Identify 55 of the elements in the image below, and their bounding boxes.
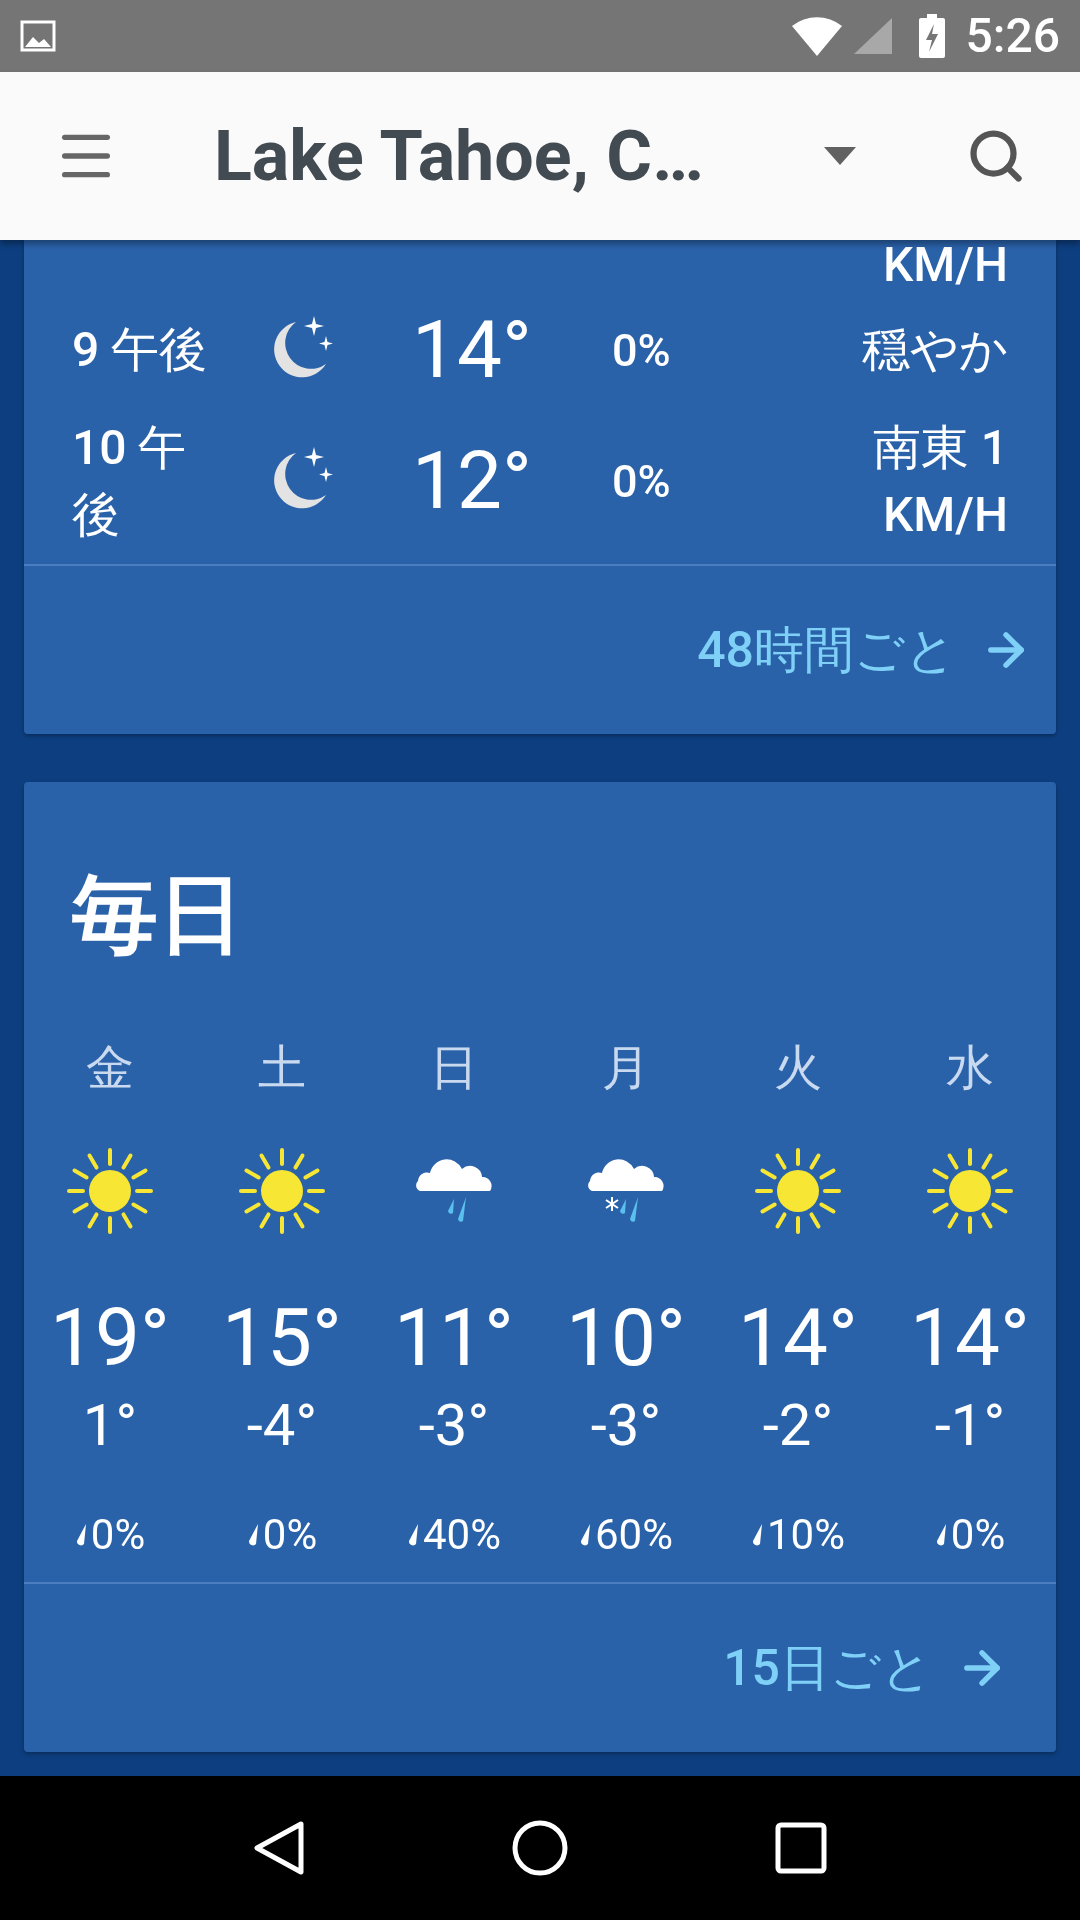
raindrop-icon bbox=[751, 1523, 763, 1548]
high-temperature: 14° bbox=[910, 1298, 1030, 1379]
daily-title: 毎日 bbox=[71, 872, 245, 959]
daily-precipitation: 0% bbox=[262, 1514, 318, 1557]
hour-precipitation: 0% bbox=[612, 458, 672, 504]
daily-more-link[interactable]: 15日ごと bbox=[723, 1642, 1008, 1695]
dropdown-arrow-icon[interactable] bbox=[824, 147, 856, 165]
sun-icon bbox=[754, 1147, 842, 1236]
high-temperature: 11° bbox=[394, 1298, 514, 1379]
high-temperature: 10° bbox=[566, 1298, 686, 1379]
daily-precipitation: 0% bbox=[90, 1514, 146, 1557]
raindrop-icon bbox=[934, 1523, 947, 1548]
hour-temperature: 12° bbox=[412, 441, 533, 522]
hour-temperature: 14° bbox=[412, 310, 533, 390]
wifi-icon bbox=[789, 16, 844, 56]
sun-icon bbox=[238, 1147, 326, 1236]
low-temperature: -2° bbox=[762, 1396, 834, 1455]
hour-wind: 穏やか bbox=[862, 320, 1008, 381]
daily-precipitation: 10% bbox=[767, 1514, 845, 1557]
high-temperature: 19° bbox=[50, 1298, 170, 1379]
sun-icon bbox=[926, 1147, 1014, 1236]
low-temperature: 1° bbox=[82, 1396, 138, 1455]
hour-time: 10 午後 bbox=[72, 418, 188, 546]
location-title[interactable]: Lake Tahoe, C… bbox=[214, 121, 704, 191]
low-temperature: -4° bbox=[246, 1396, 318, 1455]
daily-precipitation: 40% bbox=[423, 1514, 501, 1557]
home-icon[interactable] bbox=[511, 1819, 569, 1877]
high-temperature: 15° bbox=[222, 1298, 342, 1379]
low-temperature: -3° bbox=[418, 1396, 490, 1455]
low-temperature: -3° bbox=[590, 1396, 662, 1455]
daily-precipitation: 60% bbox=[595, 1514, 673, 1557]
recents-icon[interactable] bbox=[775, 1822, 827, 1874]
raindrop-icon bbox=[579, 1523, 591, 1548]
raindrop-icon bbox=[407, 1523, 419, 1548]
weekday-label: 金 bbox=[86, 1044, 134, 1093]
weekday-label: 水 bbox=[946, 1044, 994, 1093]
weekday-label: 土 bbox=[258, 1044, 306, 1093]
low-temperature: -1° bbox=[934, 1396, 1006, 1455]
weekday-label: 月 bbox=[602, 1044, 650, 1093]
hour-wind: 南東 1 KM/H bbox=[871, 418, 1008, 546]
hour-time: 9 午後 bbox=[72, 320, 209, 381]
raindrop-icon bbox=[246, 1523, 259, 1548]
battery-charging-icon bbox=[917, 14, 946, 58]
raindrop-icon bbox=[74, 1523, 87, 1548]
sun-icon bbox=[66, 1147, 154, 1236]
back-icon[interactable] bbox=[253, 1820, 305, 1876]
weekday-label: 日 bbox=[430, 1044, 478, 1093]
status-time: 5:26 bbox=[965, 12, 1060, 60]
weekday-label: 火 bbox=[774, 1044, 822, 1093]
hour-wind: KM/H bbox=[882, 240, 1008, 295]
daily-precipitation: 0% bbox=[950, 1514, 1006, 1557]
hourly-more-link[interactable]: 48時間ごと bbox=[697, 624, 1032, 677]
image-icon bbox=[20, 20, 56, 52]
high-temperature: 14° bbox=[738, 1298, 858, 1379]
hour-precipitation: 0% bbox=[612, 327, 672, 373]
